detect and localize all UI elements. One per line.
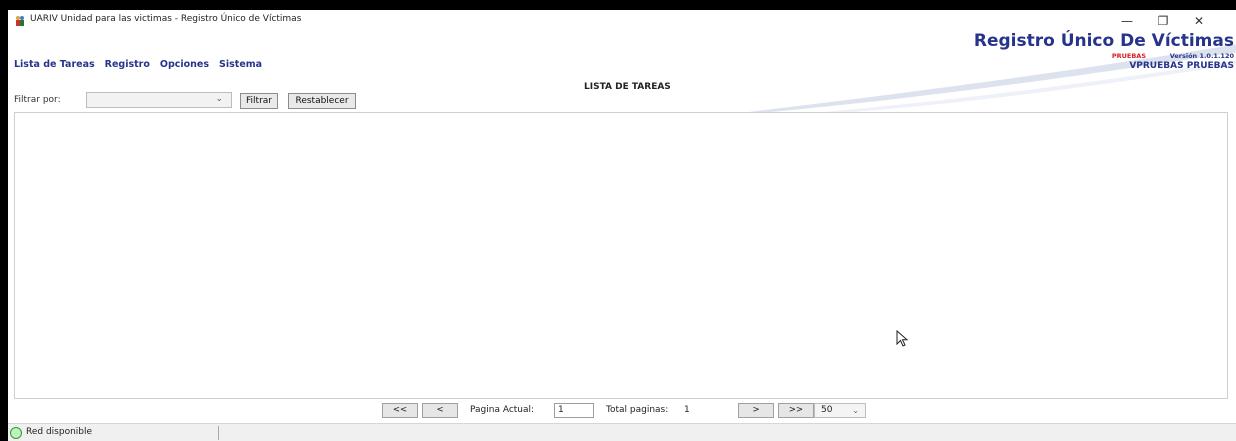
filter-button[interactable]: Filtrar [240,93,278,109]
total-pages-label: Total paginas: [606,405,669,415]
last-page-button[interactable]: >> [778,403,814,418]
menu-item-sistema[interactable]: Sistema [219,59,262,70]
status-bar: Red disponible [8,423,1236,441]
previous-page-button[interactable]: < [422,403,458,418]
window-title: UARIV Unidad para las victimas - Registr… [30,14,302,24]
current-user: VPRUEBAS PRUEBAS [1129,61,1234,71]
menu-item-opciones[interactable]: Opciones [160,59,209,70]
status-divider [218,426,219,440]
page-size-value: 50 [821,405,833,415]
current-page-label: Pagina Actual: [470,405,535,415]
page-title: LISTA DE TAREAS [584,82,671,92]
pagination-bar: << < Pagina Actual: 1 Total paginas: 1 >… [8,403,1236,419]
network-status-text: Red disponible [26,427,93,437]
brand-title: Registro Único De Víctimas [973,31,1234,51]
page-size-select[interactable]: 50 ⌄ [814,403,866,418]
menu-item-lista-de-tareas[interactable]: Lista de Tareas [14,59,95,70]
first-page-button[interactable]: << [382,403,418,418]
network-status-icon [10,427,22,439]
menu-item-registro[interactable]: Registro [105,59,150,70]
chevron-down-icon: ⌄ [852,406,859,415]
mouse-pointer-icon [896,330,909,347]
task-list-grid[interactable] [14,112,1228,399]
app-window: UARIV Unidad para las victimas - Registr… [8,10,1236,441]
environment-badge: PRUEBAS [1111,52,1146,60]
chevron-down-icon: ⌄ [215,94,223,104]
restore-button[interactable]: ❐ [1148,11,1178,31]
title-bar: UARIV Unidad para las victimas - Registr… [8,10,1236,32]
filter-select[interactable]: ⌄ [86,92,232,108]
version-label: Versión 1.0.1.120 [1169,52,1234,60]
current-page-input[interactable]: 1 [554,403,594,418]
app-icon [16,16,24,26]
next-page-button[interactable]: > [738,403,774,418]
menu-bar: Lista de Tareas Registro Opciones Sistem… [14,59,262,70]
close-button[interactable]: ✕ [1184,11,1214,31]
filter-label: Filtrar por: [14,95,61,105]
minimize-button[interactable]: — [1112,11,1142,31]
total-pages-value: 1 [684,405,690,415]
reset-button[interactable]: Restablecer [288,93,356,109]
